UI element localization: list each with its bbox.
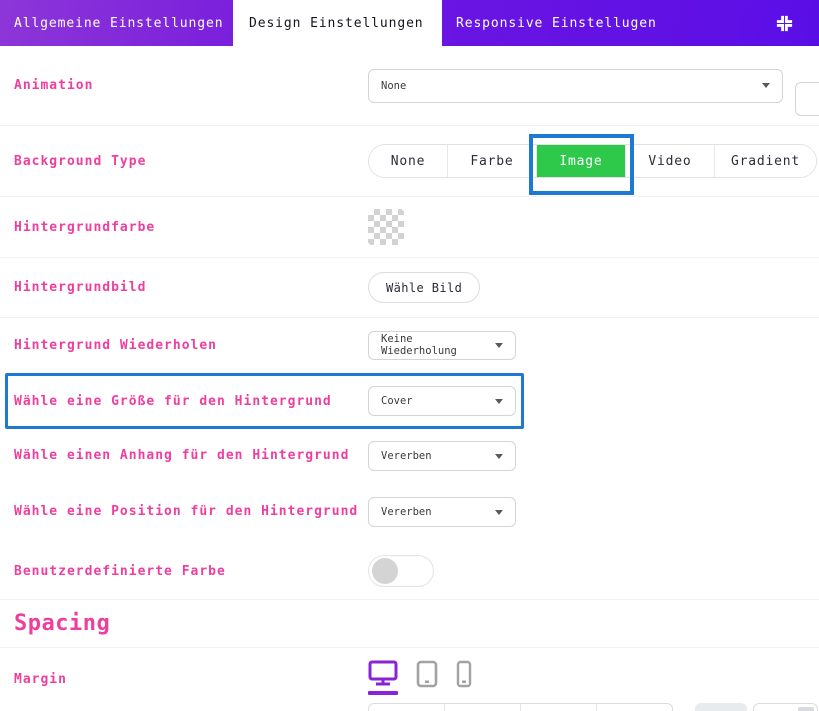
chevron-down-icon [495,343,503,348]
chevron-down-icon [762,83,770,88]
row-hintergrundfarbe: Hintergrundfarbe [0,197,819,258]
tab-allgemeine-einstellungen[interactable]: Allgemeine Einstellungen [0,0,233,46]
chevron-down-icon [495,454,503,459]
row-hintergrund-wiederholen: Hintergrund Wiederholen Keine Wiederholu… [0,318,819,372]
device-switcher [368,660,472,695]
row-benutzerdefinierte-farbe: Benutzerdefinierte Farbe [0,543,819,600]
active-device-underline [368,691,398,695]
wiederholen-select-value: Keine Wiederholung [381,333,487,357]
benutzerdefinierte-farbe-label: Benutzerdefinierte Farbe [14,564,368,579]
toggle-knob [372,558,398,584]
margin-unit-input[interactable] [753,703,818,711]
chevron-down-icon [495,510,503,515]
row-margin: Margin [0,648,819,711]
bg-type-none-button[interactable]: None [369,145,448,177]
wiederholen-label: Hintergrund Wiederholen [14,338,368,353]
bg-type-image-wrap: Image [537,145,626,177]
animation-label: Animation [14,78,368,93]
row-animation: Animation None [0,46,819,126]
margin-right-input[interactable] [445,704,521,711]
background-type-label: Background Type [14,154,368,169]
margin-link-button[interactable] [695,703,747,711]
position-select[interactable]: Vererben [368,497,516,527]
groesse-select[interactable]: Cover [368,386,516,416]
bg-type-image-button-selected[interactable]: Image [537,145,626,177]
margin-left-input[interactable] [597,704,672,711]
background-type-button-group: None Farbe Image Video Gradient [368,144,817,178]
mobile-icon[interactable] [456,660,472,688]
bg-type-farbe-button[interactable]: Farbe [448,145,537,177]
groesse-label: Wähle eine Größe für den Hintergrund [14,394,368,409]
settings-tabs: Allgemeine Einstellungen Design Einstell… [0,0,819,46]
tab-label: Responsive Einstellugen [456,16,657,31]
tablet-icon[interactable] [416,660,438,688]
groesse-select-value: Cover [381,395,413,407]
design-settings-panel: Allgemeine Einstellungen Design Einstell… [0,0,819,711]
wiederholen-select[interactable]: Keine Wiederholung [368,331,516,360]
row-anhang: Wähle einen Anhang für den Hintergrund V… [0,430,819,486]
margin-top-input[interactable] [369,704,445,711]
position-select-value: Vererben [381,506,432,518]
row-spacing-heading: Spacing [0,600,819,648]
animation-select-value: None [381,80,406,92]
anhang-label: Wähle einen Anhang für den Hintergrund [14,438,368,473]
custom-color-toggle-off[interactable] [368,555,434,587]
hintergrundfarbe-label: Hintergrundfarbe [14,220,368,235]
animation-secondary-select[interactable] [795,82,819,116]
chevron-down-icon [495,399,503,404]
highlight-outline-row: Wähle eine Größe für den Hintergrund Cov… [5,373,524,429]
compress-arrows-icon[interactable] [775,14,794,33]
position-label: Wähle eine Position für den Hintergrund [14,494,368,529]
tab-design-einstellungen[interactable]: Design Einstellungen [233,0,442,46]
unit-stepper[interactable] [798,707,814,711]
tab-responsive-einstellungen[interactable]: Responsive Einstellugen [442,0,819,46]
hintergrundbild-label: Hintergrundbild [14,280,368,295]
margin-label: Margin [14,672,368,687]
waehle-bild-button[interactable]: Wähle Bild [368,272,480,303]
row-background-type: Background Type None Farbe Image Video G… [0,126,819,197]
anhang-select[interactable]: Vererben [368,441,516,471]
row-groesse-highlighted: Wähle eine Größe für den Hintergrund Cov… [0,372,819,430]
tab-label: Design Einstellungen [249,16,424,31]
animation-select[interactable]: None [368,69,783,103]
margin-bottom-input[interactable] [521,704,597,711]
spacing-section-title: Spacing [14,611,110,636]
anhang-select-value: Vererben [381,450,432,462]
desktop-icon-active[interactable] [368,660,398,695]
color-swatch-transparent[interactable] [368,209,404,245]
margin-values-input-group[interactable] [368,703,673,711]
bg-type-video-button[interactable]: Video [626,145,715,177]
tab-label: Allgemeine Einstellungen [14,16,223,31]
row-hintergrundbild: Hintergrundbild Wähle Bild [0,258,819,318]
row-position: Wähle eine Position für den Hintergrund … [0,486,819,543]
bg-type-gradient-button[interactable]: Gradient [715,145,816,177]
